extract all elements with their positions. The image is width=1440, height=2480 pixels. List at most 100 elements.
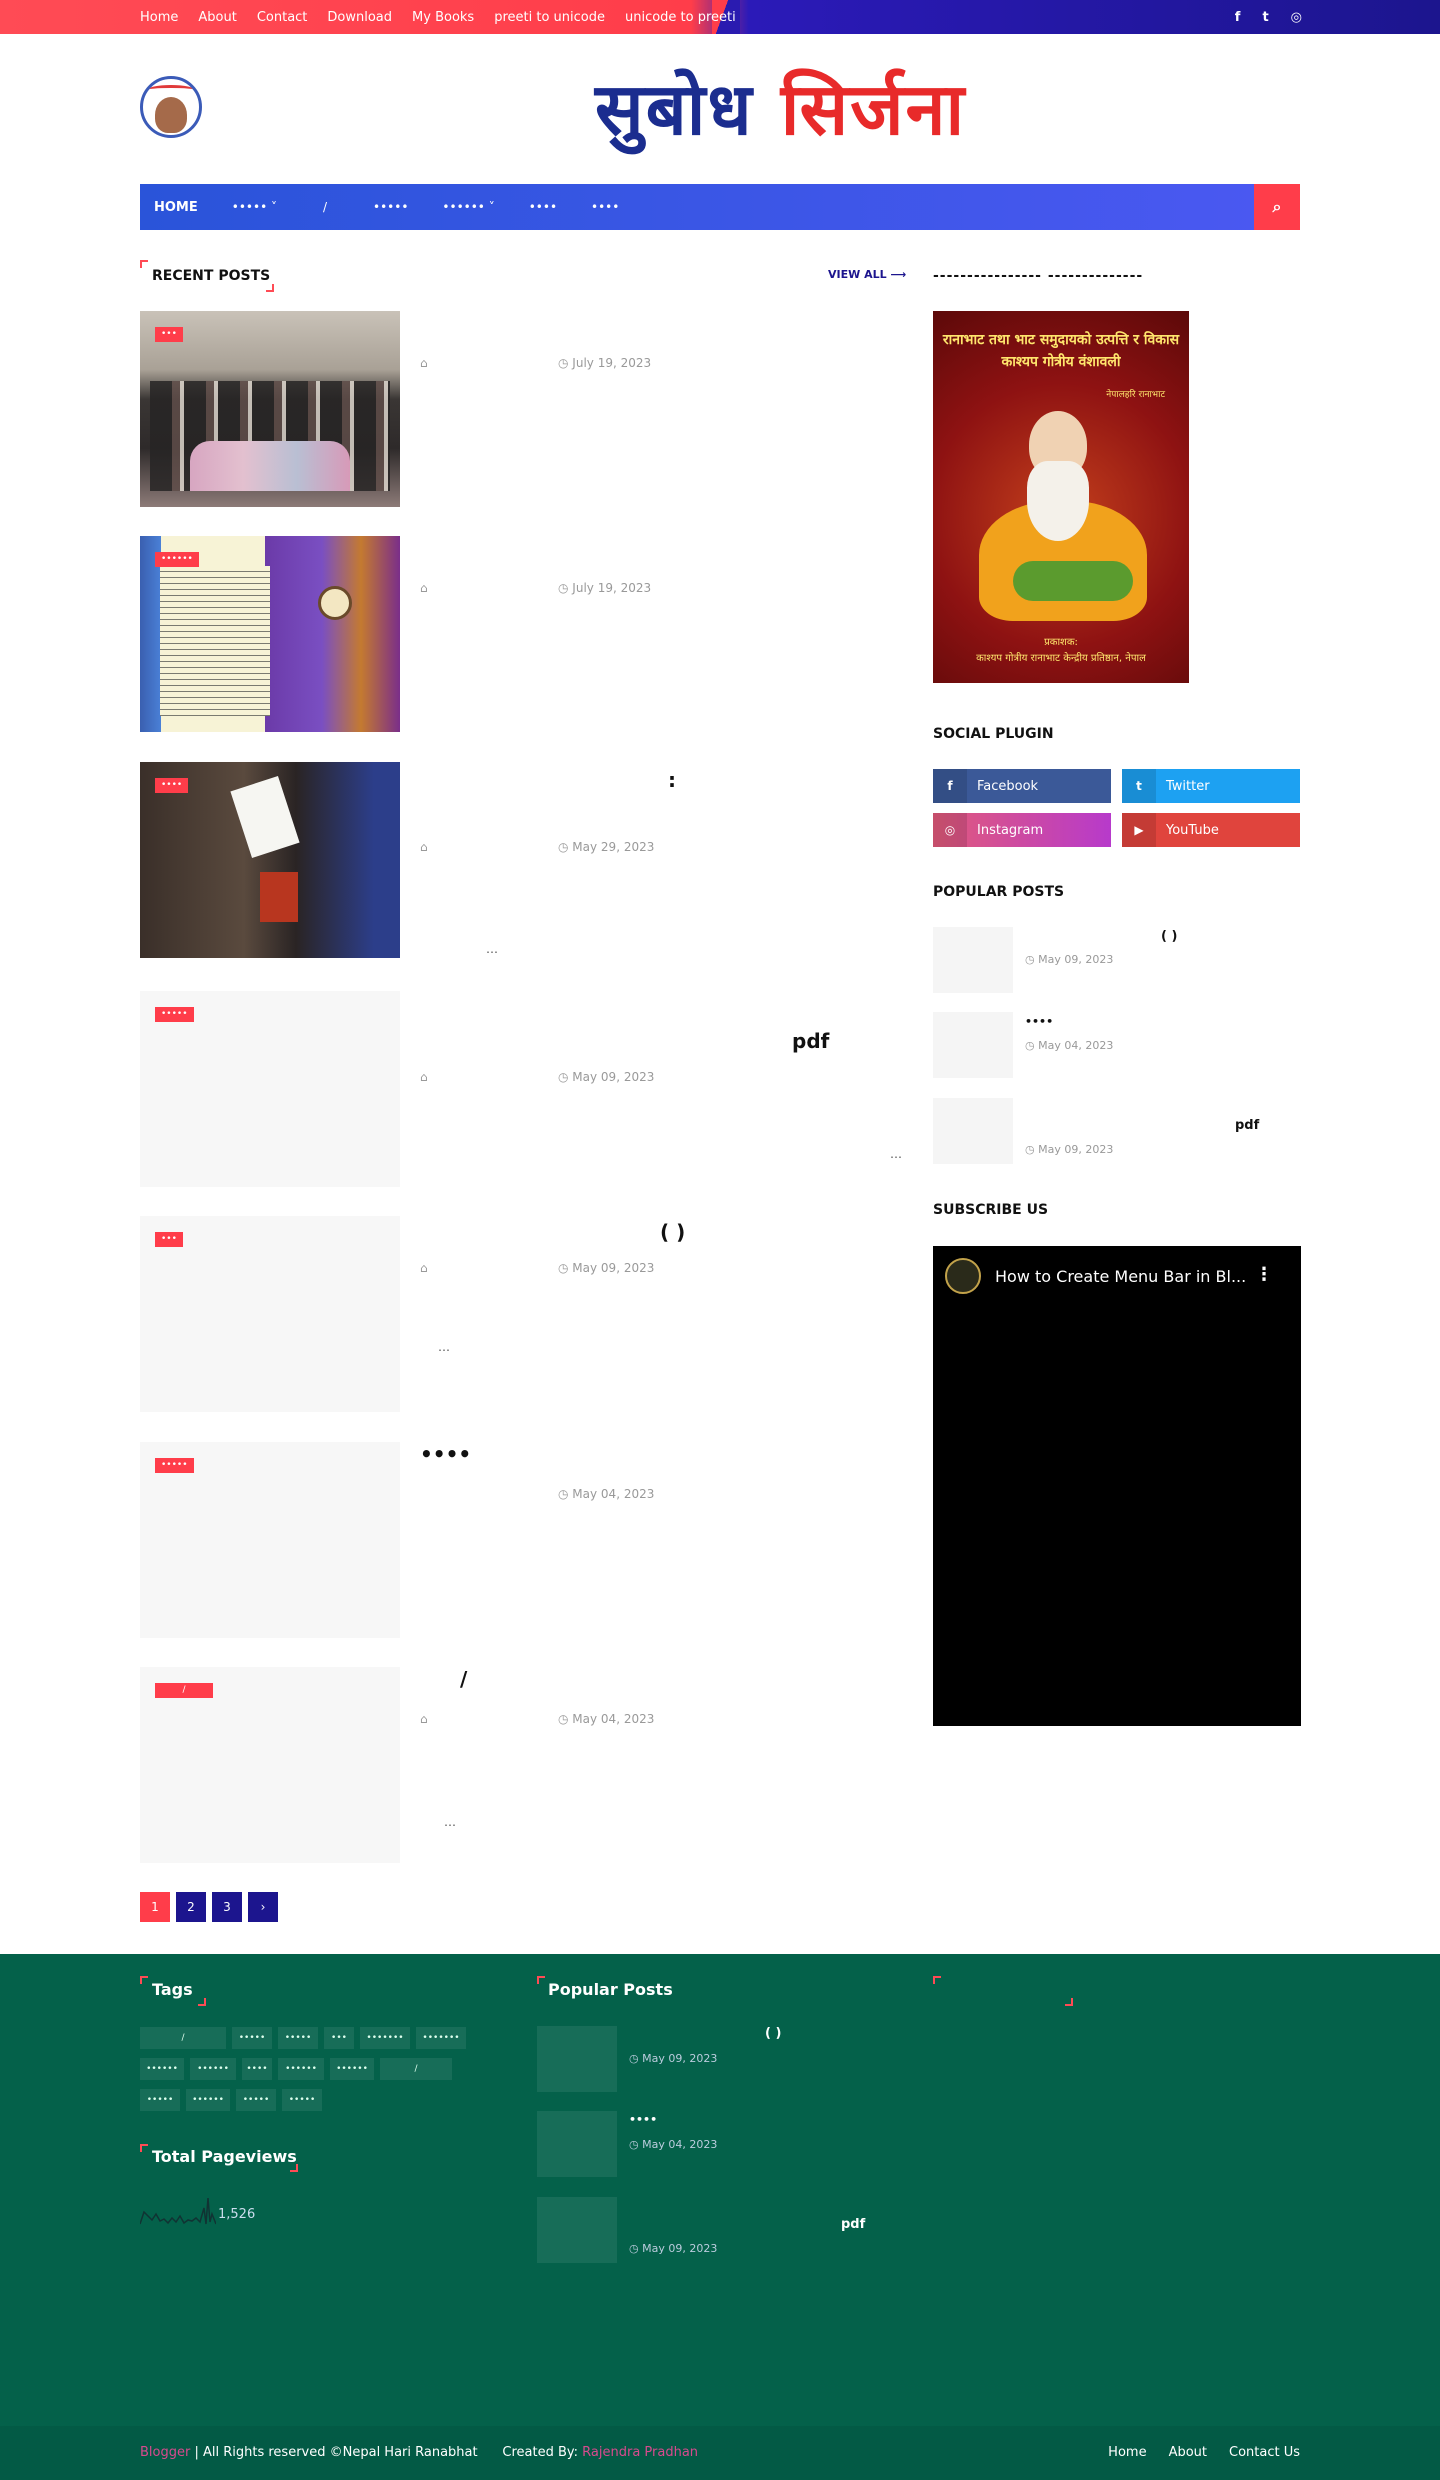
page-3-button[interactable]: 3 <box>212 1892 242 1922</box>
footer-link-about[interactable]: About <box>1169 2445 1207 2460</box>
tag-chip[interactable]: •••••• <box>278 2058 324 2080</box>
post-title[interactable]: pdf <box>792 1029 829 1053</box>
post-label[interactable]: ••••• <box>155 1458 194 1473</box>
post-label[interactable]: / <box>155 1683 213 1698</box>
footer-popular-item[interactable]: ( ) ◷ May 09, 2023 <box>537 2026 897 2092</box>
footer-popular-heading: Popular Posts <box>548 1980 673 1999</box>
popular-post-title[interactable]: ( ) <box>1161 929 1177 944</box>
top-link-about[interactable]: About <box>198 10 236 25</box>
footer-popular-title[interactable]: •••• <box>629 2113 657 2126</box>
popular-post-thumbnail[interactable] <box>933 1098 1013 1164</box>
nav-item-6[interactable]: •••• <box>591 200 619 214</box>
top-link-my-books[interactable]: My Books <box>412 10 474 25</box>
post-card[interactable]: / / ⌂ ◷ May 04, 2023 … <box>140 1667 900 1863</box>
site-logo[interactable]: सुबोध सिर्जना <box>595 58 966 156</box>
post-thumbnail[interactable]: ••• <box>140 1216 400 1412</box>
post-thumbnail[interactable]: / <box>140 1667 400 1863</box>
tag-chip[interactable]: ••••• <box>236 2089 276 2111</box>
post-label[interactable]: ••••• <box>155 1007 194 1022</box>
twitter-button[interactable]: t Twitter <box>1122 769 1300 803</box>
tag-chip[interactable]: ••••••• <box>416 2027 466 2049</box>
facebook-button[interactable]: f Facebook <box>933 769 1111 803</box>
post-label[interactable]: ••• <box>155 1232 183 1247</box>
footer-link-contact[interactable]: Contact Us <box>1229 2445 1300 2460</box>
popular-post-item[interactable]: •••• ◷ May 04, 2023 <box>933 1012 1301 1078</box>
page-2-button[interactable]: 2 <box>176 1892 206 1922</box>
tag-chip[interactable]: / <box>380 2058 452 2080</box>
youtube-video-embed[interactable]: How to Create Menu Bar in Bl... ⋮ <box>933 1246 1301 1726</box>
post-label[interactable]: •••••• <box>155 552 199 567</box>
post-card[interactable]: ••••• •••• ◷ May 04, 2023 <box>140 1442 900 1638</box>
footer-popular-thumbnail[interactable] <box>537 2026 617 2092</box>
post-thumbnail[interactable]: ••• <box>140 311 400 507</box>
facebook-icon[interactable]: f <box>1235 10 1241 25</box>
post-card[interactable]: •••••• ⌂ ◷ July 19, 2023 <box>140 536 900 732</box>
top-link-unicode-to-preeti[interactable]: unicode to preeti <box>625 10 736 25</box>
popular-post-thumbnail[interactable] <box>933 927 1013 993</box>
post-thumbnail[interactable]: •••••• <box>140 536 400 732</box>
youtube-button[interactable]: ▶ YouTube <box>1122 813 1300 847</box>
nav-item-4[interactable]: •••••• ˅ <box>442 200 494 214</box>
popular-post-thumbnail[interactable] <box>933 1012 1013 1078</box>
footer-popular-thumbnail[interactable] <box>537 2111 617 2177</box>
blogger-link[interactable]: Blogger <box>140 2445 190 2460</box>
channel-logo[interactable] <box>945 1258 981 1294</box>
more-vert-icon[interactable]: ⋮ <box>1255 1264 1273 1285</box>
top-link-preeti-to-unicode[interactable]: preeti to unicode <box>494 10 605 25</box>
instagram-button[interactable]: ◎ Instagram <box>933 813 1111 847</box>
search-icon[interactable]: ⌕ <box>1254 184 1300 230</box>
tag-chip[interactable]: •••••• <box>190 2058 236 2080</box>
top-link-home[interactable]: Home <box>140 10 178 25</box>
site-emblem[interactable] <box>140 76 202 138</box>
post-title[interactable]: •••• <box>420 1442 471 1466</box>
popular-post-title[interactable]: •••• <box>1025 1015 1053 1028</box>
tag-chip[interactable]: / <box>140 2027 226 2049</box>
post-thumbnail[interactable]: •••• <box>140 762 400 958</box>
video-title[interactable]: How to Create Menu Bar in Bl... <box>995 1267 1246 1286</box>
footer-popular-item[interactable]: pdf ◷ May 09, 2023 <box>537 2197 897 2263</box>
page-1-button[interactable]: 1 <box>140 1892 170 1922</box>
tag-chip[interactable]: •••••• <box>330 2058 374 2080</box>
view-all-link[interactable]: VIEW ALL ⟶ <box>828 268 906 281</box>
tag-chip[interactable]: •••••• <box>186 2089 230 2111</box>
post-card[interactable]: •••• : ⌂ ◷ May 29, 2023 … <box>140 762 900 958</box>
popular-post-item[interactable]: pdf ◷ May 09, 2023 <box>933 1098 1301 1164</box>
post-thumbnail[interactable]: ••••• <box>140 1442 400 1638</box>
tag-chip[interactable]: ••••• <box>278 2027 318 2049</box>
post-thumbnail[interactable]: ••••• <box>140 991 400 1187</box>
tag-chip[interactable]: ••• <box>324 2027 354 2049</box>
tag-chip[interactable]: ••••• <box>232 2027 272 2049</box>
post-label[interactable]: ••• <box>155 327 183 342</box>
top-link-download[interactable]: Download <box>327 10 392 25</box>
nav-item-1[interactable]: ••••• ˅ <box>232 200 277 214</box>
tag-chip[interactable]: ••••• <box>282 2089 322 2111</box>
tag-chip[interactable]: ••••• <box>140 2089 180 2111</box>
twitter-icon[interactable]: t <box>1262 10 1268 25</box>
post-title[interactable]: : <box>668 768 676 792</box>
popular-post-item[interactable]: ( ) ◷ May 09, 2023 <box>933 927 1301 993</box>
instagram-icon[interactable]: ◎ <box>1291 10 1302 25</box>
footer-popular-thumbnail[interactable] <box>537 2197 617 2263</box>
popular-post-title[interactable]: pdf <box>1235 1118 1259 1133</box>
tag-chip[interactable]: •••••• <box>140 2058 184 2080</box>
nav-item-home[interactable]: HOME <box>154 200 198 215</box>
nav-item-2[interactable]: / <box>311 200 339 214</box>
creator-link[interactable]: Rajendra Pradhan <box>582 2445 698 2460</box>
post-card[interactable]: ••• ( ) ⌂ ◷ May 09, 2023 … <box>140 1216 900 1412</box>
footer-popular-title[interactable]: ( ) <box>765 2026 781 2041</box>
post-card[interactable]: ••••• pdf ⌂ ◷ May 09, 2023 … <box>140 991 902 1187</box>
next-page-button[interactable]: › <box>248 1892 278 1922</box>
footer-link-home[interactable]: Home <box>1108 2445 1146 2460</box>
top-link-contact[interactable]: Contact <box>257 10 308 25</box>
post-title[interactable]: ( ) <box>660 1220 685 1244</box>
post-title[interactable]: / <box>460 1667 467 1691</box>
nav-item-3[interactable]: ••••• <box>373 200 408 214</box>
footer-popular-title[interactable]: pdf <box>841 2217 865 2232</box>
tag-chip[interactable]: ••••••• <box>360 2027 410 2049</box>
book-cover[interactable]: रानाभाट तथा भाट समुदायको उत्पत्ति र विका… <box>933 311 1189 683</box>
nav-item-5[interactable]: •••• <box>529 200 557 214</box>
tag-chip[interactable]: •••• <box>242 2058 272 2080</box>
post-card[interactable]: ••• ⌂ ◷ July 19, 2023 <box>140 311 900 507</box>
footer-popular-item[interactable]: •••• ◷ May 04, 2023 <box>537 2111 897 2177</box>
post-label[interactable]: •••• <box>155 778 189 793</box>
